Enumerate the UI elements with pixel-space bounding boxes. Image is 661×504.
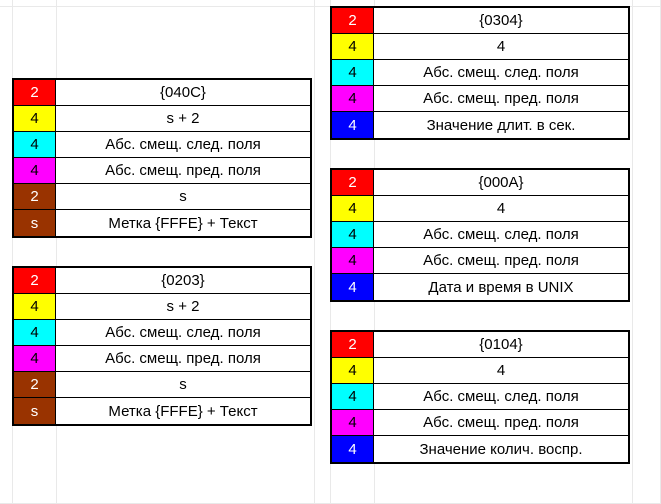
desc-cell: Абс. смещ. след. поля: [56, 320, 310, 345]
table-row: 2 s: [14, 372, 310, 398]
table-row: 4 4: [332, 358, 628, 384]
size-cell: 2: [332, 8, 374, 33]
table-row: 2 {0104}: [332, 332, 628, 358]
table-row: 4 Абс. смещ. след. поля: [14, 132, 310, 158]
desc-cell: Абс. смещ. след. поля: [56, 132, 310, 157]
size-cell: 2: [14, 268, 56, 293]
size-cell: 4: [332, 436, 374, 462]
right-column: 2 {0304} 4 4 4 Абс. смещ. след. поля 4 А…: [330, 6, 630, 492]
table-row: 2 {0304}: [332, 8, 628, 34]
desc-cell: Абс. смещ. след. поля: [374, 384, 628, 409]
desc-cell: Дата и время в UNIX: [374, 274, 628, 300]
desc-cell: 4: [374, 358, 628, 383]
desc-cell: Абс. смещ. пред. поля: [56, 158, 310, 183]
desc-cell: Метка {FFFE} + Текст: [56, 398, 310, 424]
size-cell: 4: [332, 222, 374, 247]
table-row: 2 {040C}: [14, 80, 310, 106]
size-cell: 2: [14, 372, 56, 397]
table-row: 4 Абс. смещ. пред. поля: [14, 158, 310, 184]
size-cell: 4: [332, 384, 374, 409]
desc-cell: s + 2: [56, 294, 310, 319]
desc-cell: 4: [374, 196, 628, 221]
desc-cell: s: [56, 184, 310, 209]
desc-cell: s: [56, 372, 310, 397]
table-row: 4 Абс. смещ. пред. поля: [332, 248, 628, 274]
size-cell: 4: [332, 60, 374, 85]
desc-cell: Абс. смещ. след. поля: [374, 60, 628, 85]
size-cell: 4: [14, 158, 56, 183]
size-cell: 4: [332, 358, 374, 383]
desc-cell: {000A}: [374, 170, 628, 195]
size-cell: 4: [14, 320, 56, 345]
struct-block-040c: 2 {040C} 4 s + 2 4 Абс. смещ. след. поля…: [12, 78, 312, 238]
size-cell: s: [14, 398, 56, 424]
table-row: 4 Значение длит. в сек.: [332, 112, 628, 138]
table-row: 4 4: [332, 196, 628, 222]
table-row: 4 Абс. смещ. пред. поля: [14, 346, 310, 372]
desc-cell: Абс. смещ. пред. поля: [56, 346, 310, 371]
desc-cell: {0104}: [374, 332, 628, 357]
size-cell: 2: [14, 184, 56, 209]
size-cell: 4: [14, 294, 56, 319]
table-row: 2 s: [14, 184, 310, 210]
table-row: 4 Дата и время в UNIX: [332, 274, 628, 300]
desc-cell: Абс. смещ. пред. поля: [374, 410, 628, 435]
table-row: 4 Абс. смещ. след. поля: [332, 60, 628, 86]
desc-cell: Метка {FFFE} + Текст: [56, 210, 310, 236]
struct-block-0304: 2 {0304} 4 4 4 Абс. смещ. след. поля 4 А…: [330, 6, 630, 140]
left-column: 2 {040C} 4 s + 2 4 Абс. смещ. след. поля…: [12, 6, 312, 492]
size-cell: 4: [14, 346, 56, 371]
desc-cell: Значение колич. воспр.: [374, 436, 628, 462]
table-row: 4 Значение колич. воспр.: [332, 436, 628, 462]
size-cell: 4: [332, 112, 374, 138]
size-cell: s: [14, 210, 56, 236]
struct-block-0104: 2 {0104} 4 4 4 Абс. смещ. след. поля 4 А…: [330, 330, 630, 464]
desc-cell: {040C}: [56, 80, 310, 105]
size-cell: 4: [332, 34, 374, 59]
size-cell: 2: [14, 80, 56, 105]
table-row: s Метка {FFFE} + Текст: [14, 398, 310, 424]
size-cell: 4: [332, 248, 374, 273]
table-row: 4 s + 2: [14, 294, 310, 320]
table-row: 4 s + 2: [14, 106, 310, 132]
size-cell: 2: [332, 332, 374, 357]
desc-cell: Значение длит. в сек.: [374, 112, 628, 138]
table-row: 4 Абс. смещ. пред. поля: [332, 86, 628, 112]
size-cell: 4: [332, 86, 374, 111]
desc-cell: {0203}: [56, 268, 310, 293]
desc-cell: Абс. смещ. след. поля: [374, 222, 628, 247]
size-cell: 4: [332, 274, 374, 300]
desc-cell: Абс. смещ. пред. поля: [374, 248, 628, 273]
table-row: s Метка {FFFE} + Текст: [14, 210, 310, 236]
struct-block-000a: 2 {000A} 4 4 4 Абс. смещ. след. поля 4 А…: [330, 168, 630, 302]
size-cell: 4: [332, 196, 374, 221]
table-row: 2 {0203}: [14, 268, 310, 294]
size-cell: 4: [14, 106, 56, 131]
size-cell: 4: [332, 410, 374, 435]
size-cell: 2: [332, 170, 374, 195]
desc-cell: s + 2: [56, 106, 310, 131]
table-row: 4 4: [332, 34, 628, 60]
desc-cell: Абс. смещ. пред. поля: [374, 86, 628, 111]
size-cell: 4: [14, 132, 56, 157]
table-row: 2 {000A}: [332, 170, 628, 196]
table-row: 4 Абс. смещ. след. поля: [332, 384, 628, 410]
desc-cell: 4: [374, 34, 628, 59]
table-row: 4 Абс. смещ. пред. поля: [332, 410, 628, 436]
table-row: 4 Абс. смещ. след. поля: [14, 320, 310, 346]
struct-block-0203: 2 {0203} 4 s + 2 4 Абс. смещ. след. поля…: [12, 266, 312, 426]
table-row: 4 Абс. смещ. след. поля: [332, 222, 628, 248]
desc-cell: {0304}: [374, 8, 628, 33]
